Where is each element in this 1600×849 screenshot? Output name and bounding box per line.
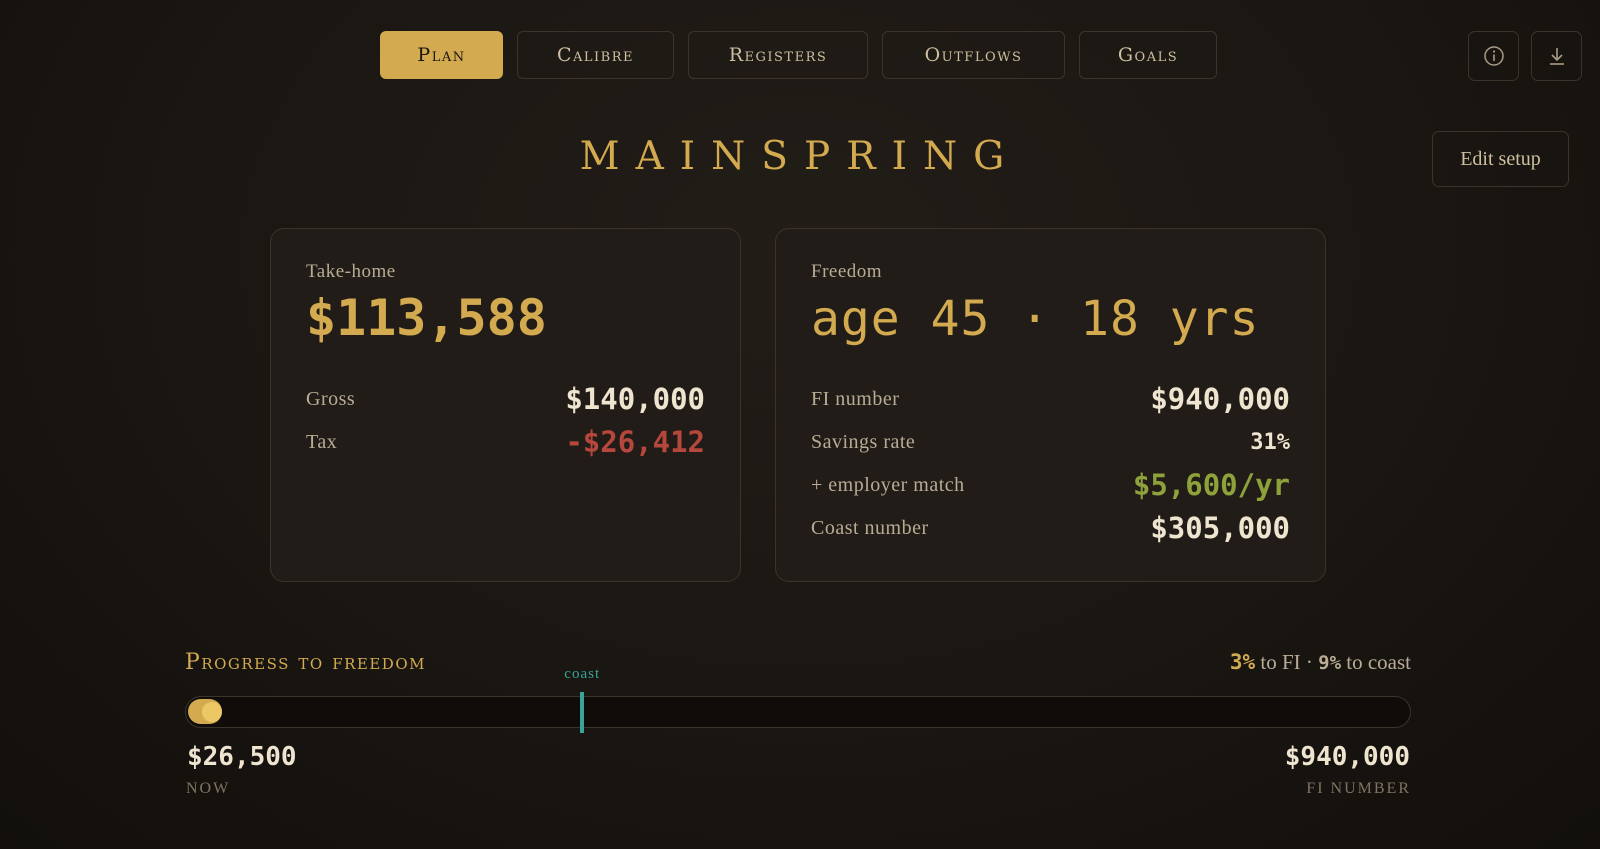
takehome-card: Take-home $113,588 Gross $140,000 Tax -$… [270, 228, 741, 582]
coast-value: $305,000 [1150, 511, 1290, 545]
fi-row: FI number $940,000 [811, 379, 1290, 419]
freedom-headline: age 45 · 18 yrs [811, 291, 1260, 347]
coast-label: Coast number [811, 516, 929, 539]
fi-label: FI number [811, 387, 900, 410]
gross-value: $140,000 [565, 382, 705, 416]
now-value: $26,500 [187, 742, 297, 772]
coast-marker-label: coast [564, 666, 601, 682]
info-icon [1483, 46, 1504, 66]
now-label: NOW [186, 780, 231, 797]
coast-marker [580, 692, 585, 733]
coast-row: Coast number $305,000 [811, 508, 1290, 548]
match-value: $5,600/yr [1132, 468, 1290, 502]
info-button[interactable] [1468, 31, 1519, 81]
takehome-label: Take-home [306, 261, 396, 282]
tab-plan[interactable]: Plan [380, 31, 503, 79]
tab-goals[interactable]: Goals [1079, 31, 1217, 79]
savings-label: Savings rate [811, 430, 916, 453]
coast-percent: 9% [1318, 652, 1342, 674]
fi-target-value: $940,000 [1284, 742, 1410, 772]
savings-row: Savings rate 31% [811, 422, 1290, 462]
page-title: MAINSPRING [579, 134, 1021, 179]
main-nav: Plan Calibre Registers Outflows Goals [0, 31, 1600, 81]
tax-row: Tax -$26,412 [306, 422, 705, 462]
tab-calibre[interactable]: Calibre [517, 31, 674, 79]
gross-row: Gross $140,000 [306, 379, 705, 419]
download-button[interactable] [1531, 31, 1582, 81]
freedom-card: Freedom age 45 · 18 yrs FI number $940,0… [775, 228, 1326, 582]
fi-target-label: FI NUMBER [1306, 780, 1411, 797]
savings-value: 31% [1250, 429, 1290, 455]
fi-value: $940,000 [1150, 382, 1290, 416]
fi-percent: 3% [1229, 650, 1256, 674]
fi-percent-text: to FI · [1255, 650, 1319, 674]
tab-registers[interactable]: Registers [688, 31, 868, 79]
tab-outflows[interactable]: Outflows [882, 31, 1065, 79]
takehome-value: $113,588 [306, 289, 547, 347]
match-label: + employer match [811, 473, 965, 496]
progress-track [185, 696, 1411, 728]
coast-percent-text: to coast [1341, 650, 1411, 674]
tax-label: Tax [306, 430, 338, 453]
edit-setup-button[interactable]: Edit setup [1432, 131, 1569, 187]
tax-value: -$26,412 [565, 425, 705, 459]
gross-label: Gross [306, 387, 356, 410]
match-row: + employer match $5,600/yr [811, 465, 1290, 505]
download-icon [1549, 48, 1564, 65]
progress-heading: Progress to freedom [185, 650, 426, 675]
freedom-label: Freedom [811, 261, 883, 282]
progress-summary: 3% to FI · 9% to coast [1230, 650, 1411, 675]
